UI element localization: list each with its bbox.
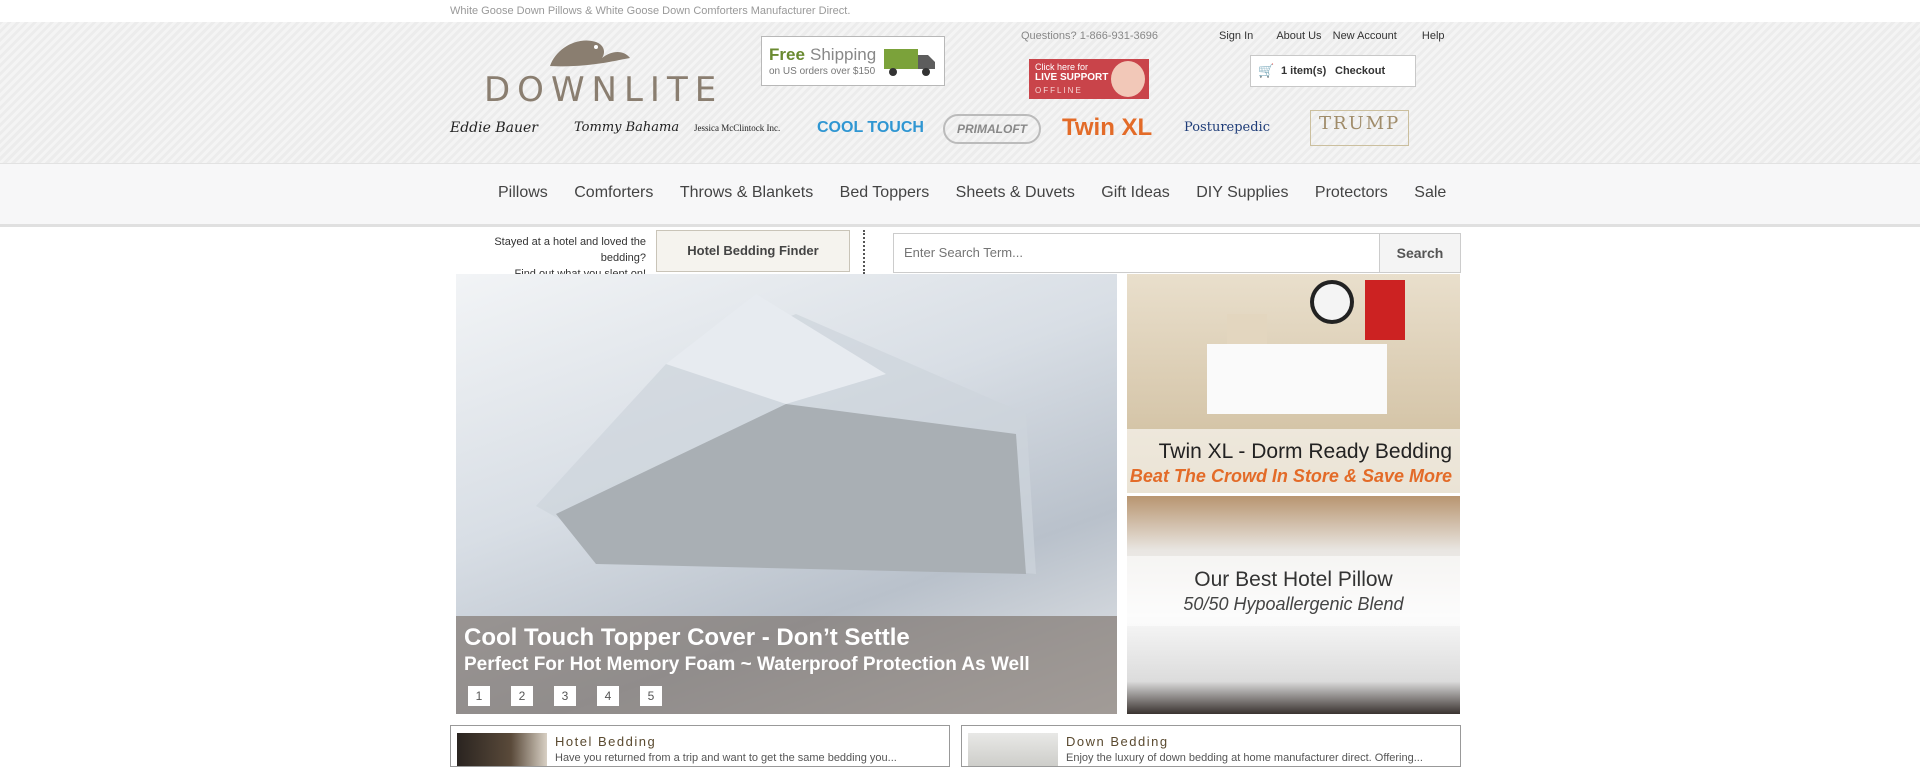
top-links: Sign In About Us New Account Help [1219,30,1459,42]
nav-throws-blankets[interactable]: Throws & Blankets [680,184,813,201]
live-support-line2: LIVE SUPPORT [1035,72,1109,83]
nav-comforters[interactable]: Comforters [574,184,653,201]
live-support-line1: Click here for [1035,62,1089,72]
logo-wordmark: DOWNLITE [484,70,724,110]
down-bedding-title: Down Bedding [1066,734,1169,749]
hotel-pillow-subtitle: 50/50 Hypoallergenic Blend [1183,594,1404,614]
hotel-bedding-text: Have you returned from a trip and want t… [555,752,897,764]
main-nav: Pillows Comforters Throws & Blankets Bed… [0,163,1920,227]
tagline: White Goose Down Pillows & White Goose D… [450,5,851,17]
brand-trump-home[interactable]: TRUMP [1310,110,1410,146]
new-account-link[interactable]: New Account [1333,30,1397,42]
shipping-subtext: on US orders over $150 [769,66,876,77]
checkout-link[interactable]: Checkout [1335,65,1385,77]
hero-subtitle: Perfect For Hot Memory Foam ~ Waterproof… [464,654,1030,675]
slide-3-button[interactable]: 3 [554,686,576,706]
nav-sheets-duvets[interactable]: Sheets & Duvets [956,184,1075,201]
goose-logo-icon [550,40,630,67]
about-us-link[interactable]: About Us [1276,30,1321,42]
phone-number: Questions? 1-866-931-3696 [1021,30,1158,42]
help-link[interactable]: Help [1422,30,1445,42]
cart-widget[interactable]: 🛒 1 item(s) Checkout [1250,55,1416,87]
twin-xl-promo[interactable]: Twin XL - Dorm Ready Bedding Beat The Cr… [1127,274,1460,493]
shipping-label: Shipping [810,45,877,64]
down-bedding-text: Enjoy the luxury of down bedding at home… [1066,752,1423,764]
cart-icon: 🛒 [1258,63,1275,78]
slide-1-button[interactable]: 1 [468,686,490,706]
slide-4-button[interactable]: 4 [597,686,619,706]
free-shipping-banner[interactable]: Free Shipping on US orders over $150 [761,36,945,86]
hero-title: Cool Touch Topper Cover - Don’t Settle [464,624,910,651]
search-box [893,233,1384,273]
twin-xl-subtitle: Beat The Crowd In Store & Save More [1129,466,1452,486]
live-support-button[interactable]: Click here for LIVE SUPPORT OFFLINE [1029,59,1149,99]
header-top-strip: White Goose Down Pillows & White Goose D… [0,0,1920,22]
hotel-bedding-title: Hotel Bedding [555,734,657,749]
brand-tommy-bahama[interactable]: Tommy Bahama [574,112,679,144]
topper-image [536,294,1036,574]
brand-cool-touch[interactable]: COOL TOUCH [817,112,924,144]
nav-protectors[interactable]: Protectors [1315,184,1388,201]
twin-xl-title: Twin XL - Dorm Ready Bedding [1158,440,1452,463]
category-down-bedding[interactable]: Down Bedding Enjoy the luxury of down be… [961,725,1461,767]
cart-item-count[interactable]: 1 item(s) [1281,65,1326,77]
truck-icon [884,49,935,76]
hotel-bedding-finder-button[interactable]: Hotel Bedding Finder [656,230,850,272]
category-hotel-bedding[interactable]: Hotel Bedding Have you returned from a t… [450,725,950,767]
hotel-bedding-thumbnail [457,733,547,766]
hotel-pillow-promo[interactable]: Our Best Hotel Pillow 50/50 Hypoallergen… [1127,496,1460,714]
shipping-free-label: Free [769,45,805,64]
brand-jessica-mcclintock[interactable]: Jessica McClintock Inc. [694,112,780,144]
slide-2-button[interactable]: 2 [511,686,533,706]
brand-primaloft[interactable]: PRIMALOFT [943,114,1041,144]
search-button[interactable]: Search [1379,233,1461,273]
sign-in-link[interactable]: Sign In [1219,30,1253,42]
nav-bed-toppers[interactable]: Bed Toppers [840,184,930,201]
hotel-finder-question: Stayed at a hotel and loved the bedding? [494,236,646,264]
brand-logos: Eddie Bauer Tommy Bahama Jessica McClint… [450,110,1410,146]
search-input[interactable] [894,234,1384,270]
nav-gift-ideas[interactable]: Gift Ideas [1101,184,1169,201]
divider [863,230,865,274]
brand-eddie-bauer[interactable]: Eddie Bauer [450,112,538,144]
down-bedding-thumbnail [968,733,1058,766]
brand-posturepedic[interactable]: Posturepedic [1184,112,1270,144]
nav-sale[interactable]: Sale [1414,184,1446,201]
slide-5-button[interactable]: 5 [640,686,662,706]
nav-items: Pillows Comforters Throws & Blankets Bed… [487,184,1457,202]
hero-caption: Cool Touch Topper Cover - Don’t Settle P… [456,616,1117,714]
live-support-status: OFFLINE [1035,86,1083,95]
hero-slider[interactable]: Cool Touch Topper Cover - Don’t Settle P… [456,274,1117,714]
hotel-pillow-title: Our Best Hotel Pillow [1194,568,1393,591]
slider-pagination: 1 2 3 4 5 [468,686,683,706]
nav-diy-supplies[interactable]: DIY Supplies [1196,184,1288,201]
support-agent-avatar [1111,61,1145,97]
header: White Goose Down Pillows & White Goose D… [0,0,1920,163]
nav-pillows[interactable]: Pillows [498,184,548,201]
brand-twin-xl[interactable]: Twin XL [1062,112,1152,144]
downlite-logo[interactable]: DOWNLITE [478,28,716,110]
